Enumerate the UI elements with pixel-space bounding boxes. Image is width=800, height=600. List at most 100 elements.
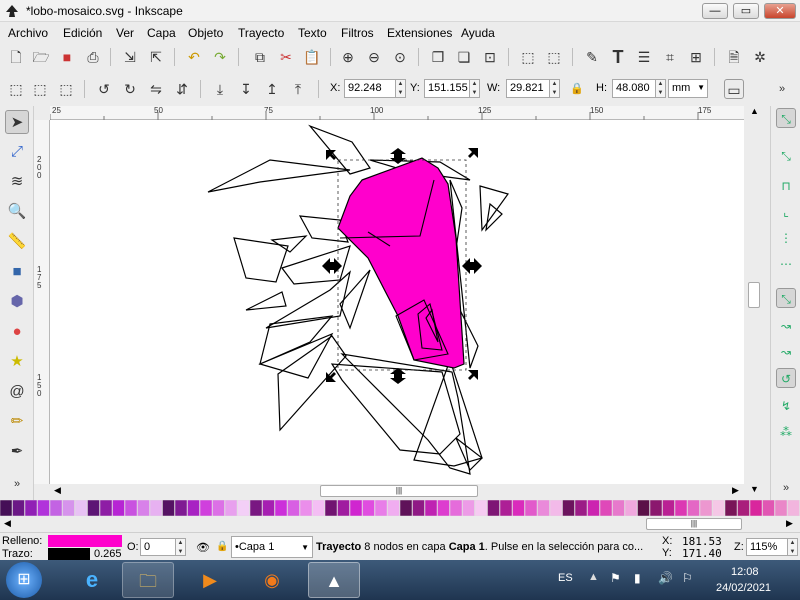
tweak-tool-icon[interactable]: ≋ bbox=[5, 170, 29, 194]
open-icon[interactable]: 🗁 bbox=[31, 47, 51, 67]
palette-swatch[interactable] bbox=[249, 499, 263, 517]
palette-swatch[interactable] bbox=[737, 499, 750, 517]
palette-swatch[interactable] bbox=[212, 499, 225, 517]
opacity-spinner[interactable]: ▲ ▼ bbox=[176, 538, 186, 556]
palette-swatch[interactable] bbox=[524, 499, 538, 517]
lower-bottom-icon[interactable]: ⤓ bbox=[210, 79, 230, 99]
palette-swatch[interactable] bbox=[612, 499, 625, 517]
palette-swatch[interactable] bbox=[549, 499, 563, 517]
pencil-tool-icon[interactable]: ✏ bbox=[5, 410, 29, 434]
flip-horizontal-icon[interactable]: ⇋ bbox=[146, 79, 166, 99]
menu-extensiones[interactable]: Extensiones bbox=[387, 26, 452, 40]
stroke-width[interactable]: 0.265 bbox=[94, 548, 122, 560]
palette-swatch[interactable] bbox=[699, 499, 713, 517]
xml-editor-icon[interactable]: ⌗ bbox=[660, 47, 680, 67]
palette-swatch[interactable] bbox=[237, 499, 250, 517]
palette-swatch[interactable] bbox=[587, 499, 600, 517]
color-palette[interactable] bbox=[0, 499, 800, 517]
menu-capa[interactable]: Capa bbox=[147, 26, 176, 40]
volume-icon[interactable]: 🔊 bbox=[658, 571, 673, 585]
x-spinner[interactable]: ▲ ▼ bbox=[396, 79, 406, 98]
raise-top-icon[interactable]: ⤒ bbox=[288, 79, 308, 99]
palette-swatch[interactable] bbox=[374, 499, 388, 517]
unit-select[interactable]: mm ▼ bbox=[668, 79, 708, 98]
clone-icon[interactable]: ❏ bbox=[454, 47, 474, 67]
palette-swatch[interactable] bbox=[24, 499, 38, 517]
eye-icon[interactable]: 👁 bbox=[196, 541, 210, 554]
palette-scrollbar[interactable]: ◀ ||| ▶ bbox=[0, 516, 800, 532]
scroll-up-icon[interactable]: ▲ bbox=[750, 106, 759, 116]
fill-stroke-icon[interactable]: ✎ bbox=[582, 47, 602, 67]
select-all-layers-icon[interactable]: ⬚ bbox=[30, 79, 50, 99]
palette-swatch[interactable] bbox=[662, 499, 675, 517]
undo-icon[interactable]: ↶ bbox=[184, 47, 204, 67]
zoom-page-icon[interactable]: ⊙ bbox=[390, 47, 410, 67]
text-font-icon[interactable]: T bbox=[608, 47, 628, 67]
menu-texto[interactable]: Texto bbox=[298, 26, 327, 40]
snap-overflow-icon[interactable]: » bbox=[776, 478, 796, 498]
palette-swatch[interactable] bbox=[574, 499, 588, 517]
snap-bbox-centers-icon[interactable]: ⋯ bbox=[776, 254, 796, 274]
lower-icon[interactable]: ↧ bbox=[236, 79, 256, 99]
node-tool-icon[interactable]: ⤢ bbox=[5, 140, 29, 164]
file-explorer-icon[interactable]: 🗀 bbox=[122, 562, 174, 598]
selected-path-shape[interactable] bbox=[337, 157, 465, 369]
wolf-mosaic-drawing[interactable] bbox=[50, 120, 744, 484]
palette-swatch[interactable] bbox=[112, 499, 125, 517]
palette-swatch[interactable] bbox=[712, 499, 725, 517]
3d-box-tool-icon[interactable]: ⬢ bbox=[5, 290, 29, 314]
preferences-icon[interactable]: ✲ bbox=[750, 47, 770, 67]
palette-swatch[interactable] bbox=[674, 499, 688, 517]
document-properties-icon[interactable]: 🗎 bbox=[724, 47, 744, 67]
opacity-input[interactable]: 0 bbox=[140, 538, 176, 556]
x-input[interactable]: 92.248 bbox=[344, 79, 396, 98]
palette-swatch[interactable] bbox=[137, 499, 150, 517]
palette-swatch[interactable] bbox=[274, 499, 288, 517]
palette-swatch[interactable] bbox=[412, 499, 425, 517]
vertical-scroll-thumb[interactable] bbox=[748, 282, 760, 308]
palette-swatch[interactable] bbox=[749, 499, 763, 517]
palette-swatch[interactable] bbox=[37, 499, 50, 517]
palette-swatch[interactable] bbox=[199, 499, 213, 517]
new-document-icon[interactable]: 🗋 bbox=[6, 47, 26, 67]
media-player-icon[interactable]: ▶ bbox=[184, 562, 236, 598]
palette-swatch[interactable] bbox=[562, 499, 575, 517]
palette-swatch[interactable] bbox=[149, 499, 163, 517]
ungroup-icon[interactable]: ⬚ bbox=[544, 47, 564, 67]
maximize-button[interactable]: ▭ bbox=[733, 3, 759, 19]
palette-scroll-thumb[interactable]: ||| bbox=[646, 518, 742, 530]
overflow-chevron-icon[interactable]: » bbox=[772, 79, 792, 99]
pen-tool-icon[interactable]: ✒ bbox=[5, 440, 29, 464]
palette-swatch[interactable] bbox=[162, 499, 175, 517]
palette-swatch[interactable] bbox=[349, 499, 363, 517]
snap-intersections-icon[interactable]: ↝ bbox=[776, 342, 796, 362]
star-tool-icon[interactable]: ★ bbox=[5, 350, 29, 374]
palette-swatch[interactable] bbox=[449, 499, 463, 517]
zoom-selection-icon[interactable]: ⊕ bbox=[338, 47, 358, 67]
tray-chevron-icon[interactable]: ▲ bbox=[588, 571, 599, 583]
palette-swatch[interactable] bbox=[224, 499, 238, 517]
h-input[interactable]: 48.080 bbox=[612, 79, 656, 98]
palette-swatch[interactable] bbox=[124, 499, 138, 517]
snap-bbox-edges-icon[interactable]: ⊓ bbox=[776, 176, 796, 196]
snap-toggle-icon[interactable]: ⤡ bbox=[776, 108, 796, 128]
palette-swatch[interactable] bbox=[174, 499, 188, 517]
group-icon[interactable]: ⬚ bbox=[518, 47, 538, 67]
ellipse-tool-icon[interactable]: ● bbox=[5, 320, 29, 344]
palette-swatch[interactable] bbox=[287, 499, 300, 517]
unlink-clone-icon[interactable]: ⊡ bbox=[480, 47, 500, 67]
import-icon[interactable]: ⇲ bbox=[120, 47, 140, 67]
palette-swatch[interactable] bbox=[362, 499, 375, 517]
palette-swatch[interactable] bbox=[537, 499, 550, 517]
firefox-icon[interactable]: ◉ bbox=[246, 562, 298, 598]
scroll-right-icon[interactable]: ▶ bbox=[732, 485, 739, 496]
palette-swatch[interactable] bbox=[399, 499, 413, 517]
palette-swatch[interactable] bbox=[687, 499, 700, 517]
snap-cusp-nodes-icon[interactable]: ↺ bbox=[776, 368, 796, 388]
scroll-left-icon[interactable]: ◀ bbox=[54, 485, 61, 496]
start-button[interactable]: ⊞ bbox=[6, 562, 42, 598]
measure-tool-icon[interactable]: 📏 bbox=[5, 230, 29, 254]
snap-bbox-midpoints-icon[interactable]: ⋮ bbox=[776, 228, 796, 248]
palette-swatch[interactable] bbox=[487, 499, 500, 517]
horizontal-scroll-thumb[interactable]: ||| bbox=[320, 485, 478, 497]
